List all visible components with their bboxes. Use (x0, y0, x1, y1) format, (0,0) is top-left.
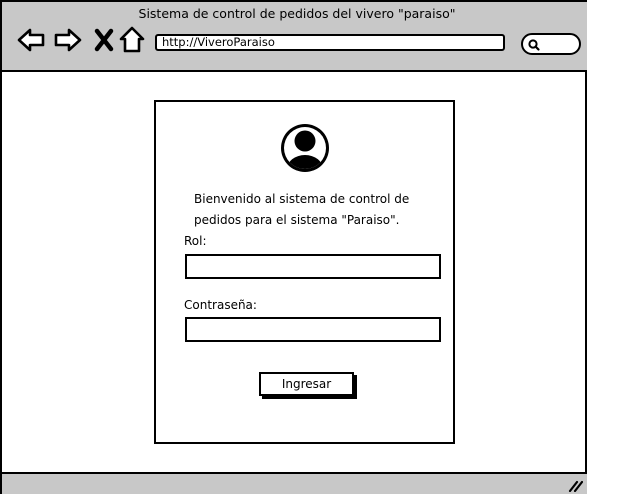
password-input[interactable] (185, 317, 441, 342)
browser-window: Sistema de control de pedidos del vivero… (0, 0, 587, 494)
search-box[interactable] (521, 33, 581, 55)
back-arrow-icon[interactable] (16, 25, 46, 55)
user-avatar-icon (281, 124, 329, 172)
welcome-message: Bienvenido al sistema de control de pedi… (194, 192, 410, 227)
status-bar (2, 472, 587, 494)
forward-arrow-icon[interactable] (53, 25, 83, 55)
password-label: Contraseña: (184, 298, 257, 312)
login-panel: Bienvenido al sistema de control de pedi… (154, 100, 455, 444)
search-icon (528, 39, 540, 51)
window-title: Sistema de control de pedidos del vivero… (138, 6, 456, 21)
home-icon[interactable] (117, 25, 147, 55)
url-bar[interactable]: http://ViveroParaiso (155, 34, 505, 51)
role-label: Rol: (184, 234, 207, 248)
submit-button[interactable]: Ingresar (259, 372, 354, 396)
browser-toolbar: Sistema de control de pedidos del vivero… (2, 2, 587, 72)
role-input[interactable] (185, 254, 441, 279)
resize-grip-icon[interactable] (567, 478, 583, 492)
close-icon[interactable] (89, 25, 119, 55)
